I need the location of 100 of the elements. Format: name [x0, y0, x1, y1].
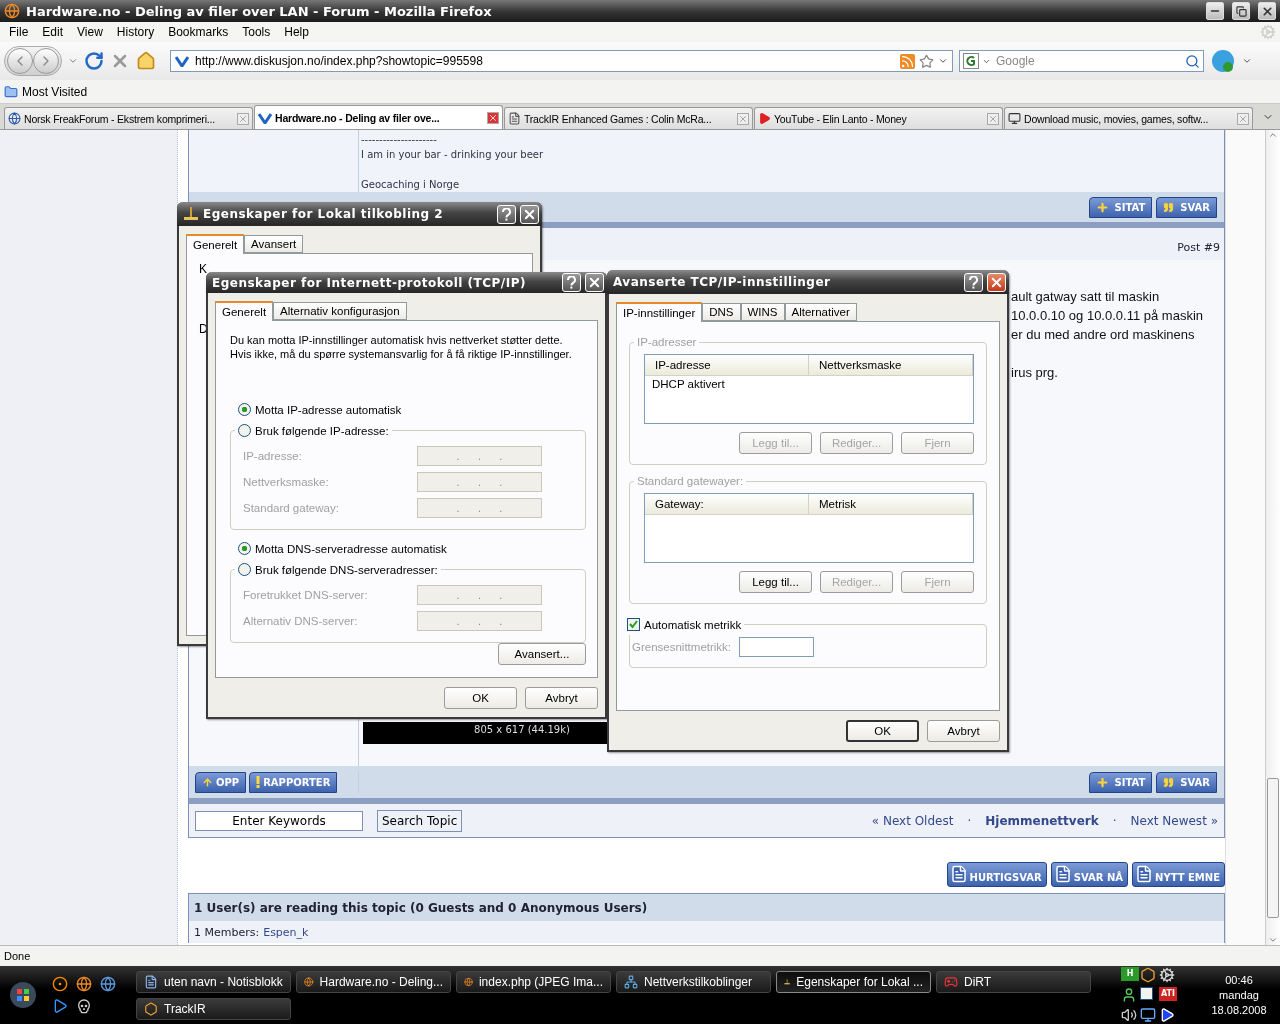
column-header[interactable]: Gateway: — [645, 494, 809, 514]
dialog-button[interactable]: OK — [846, 720, 919, 742]
search-icon[interactable] — [1185, 53, 1200, 69]
menu-item[interactable]: Help — [277, 25, 316, 39]
radio-label: Motta IP-adresse automatisk — [255, 403, 402, 416]
taskbar-button[interactable]: index.php (JPEG Ima... — [456, 970, 611, 993]
tab[interactable]: Generelt — [186, 234, 245, 254]
address-input[interactable]: http://www.diskusjon.no/index.php?showtopic=995598 — [193, 53, 896, 69]
advanced-button[interactable]: Avansert... — [498, 643, 586, 665]
taskbar-button[interactable]: Nettverkstilkoblinger — [616, 970, 771, 993]
search-input[interactable]: Google — [994, 53, 1182, 69]
taskbar-button[interactable]: Egenskaper for Lokal ... — [776, 970, 931, 993]
menu-item[interactable]: Tools — [235, 25, 278, 39]
column-header[interactable]: Nettverksmaske — [809, 355, 973, 375]
radio-button[interactable] — [238, 542, 251, 555]
tab[interactable]: IP-innstillinger — [616, 302, 703, 322]
hexagon-icon[interactable] — [1140, 967, 1156, 983]
topic-action-button[interactable]: HURTIGSVAR — [946, 862, 1047, 887]
help-button[interactable] — [497, 204, 516, 224]
dropdown-icon[interactable] — [68, 56, 78, 66]
bookmark-star-icon[interactable] — [919, 53, 934, 69]
topic-action-button[interactable]: SVAR NÅ — [1050, 862, 1129, 887]
browser-tab[interactable]: TrackIR Enhanced Games : Colin McRa... — [504, 107, 753, 129]
plus-icon — [1095, 200, 1109, 214]
forward-button[interactable] — [33, 48, 59, 74]
globe-icon[interactable] — [76, 976, 92, 992]
tray-badge[interactable]: H — [1121, 967, 1139, 981]
radio-button[interactable] — [238, 424, 251, 437]
play-icon[interactable] — [52, 998, 68, 1014]
post-action-button[interactable]: SITAT — [1088, 196, 1153, 218]
speaker-icon[interactable] — [1121, 1007, 1137, 1023]
dialog-button[interactable]: Avbryt — [927, 720, 1000, 742]
post-action-button[interactable]: SITAT — [1088, 771, 1153, 793]
field-label: Alternativ DNS-server: — [243, 615, 359, 627]
skull-icon[interactable] — [76, 998, 92, 1014]
tray-badge[interactable]: ATI — [1159, 987, 1177, 1001]
topic-link[interactable]: Hjemmenettverk — [985, 813, 1099, 828]
scroll-up-icon[interactable] — [1268, 130, 1278, 140]
browser-tab[interactable]: Norsk FreakForum - Ekstrem komprimeri... — [4, 107, 253, 129]
close-icon — [1260, 4, 1274, 18]
globe-icon[interactable] — [100, 976, 116, 992]
list-button[interactable]: Legg til... — [739, 571, 812, 593]
tab[interactable]: WINS — [740, 303, 785, 321]
column-header[interactable]: IP-adresse — [645, 355, 809, 375]
reload-icon[interactable] — [84, 51, 104, 71]
gear-icon[interactable] — [1159, 967, 1175, 983]
minimize-button[interactable] — [1206, 2, 1224, 20]
close-tab-icon[interactable] — [487, 111, 499, 124]
radio-button[interactable] — [238, 563, 251, 576]
restore-button[interactable] — [1232, 2, 1250, 20]
browser-tab[interactable]: YouTube - Elin Lanto - Money — [754, 107, 1003, 129]
intro-text: Du kan motta IP-innstillinger automatisk hvis nettverket støtter dette. Hvis ikke, må du spørre systemansvarlig for å få riktige IP-innstillinger. — [230, 333, 573, 361]
tab[interactable]: Alternativ konfigurasjon — [273, 302, 407, 320]
tab[interactable]: Alternativer — [784, 303, 857, 321]
column-header[interactable]: Metrisk — [809, 494, 973, 514]
taskbar-button[interactable]: TrackIR — [136, 997, 291, 1020]
post-action-button[interactable]: OPP — [195, 771, 247, 793]
close-button[interactable] — [1258, 2, 1276, 20]
browser-tab[interactable]: Hardware.no - Deling av filer ove... — [254, 105, 503, 129]
scroll-down-icon[interactable] — [1268, 935, 1278, 945]
dialog-button[interactable]: OK — [444, 687, 517, 709]
menu-item[interactable]: Bookmarks — [161, 25, 236, 39]
menu-item[interactable]: Edit — [35, 25, 71, 39]
addon-icon[interactable] — [1210, 48, 1236, 74]
taskbar-button[interactable]: DiRT — [936, 970, 1091, 993]
monitor-icon[interactable] — [1140, 1007, 1156, 1023]
topic-action-button[interactable]: NYTT EMNE — [1132, 862, 1225, 887]
keyword-field[interactable]: Enter Keywords — [195, 810, 363, 831]
search-field[interactable]: Google — [959, 50, 1204, 72]
search-topic-button[interactable]: Search Topic — [377, 809, 463, 832]
menu-item[interactable]: History — [109, 25, 162, 39]
dialog-button[interactable]: Avbryt — [525, 687, 598, 709]
orb-icon[interactable] — [52, 976, 68, 992]
topic-link[interactable]: Next Newest » — [1130, 813, 1218, 828]
tab[interactable]: Avansert — [244, 235, 304, 253]
taskbar-button[interactable]: Hardware.no - Deling... — [296, 970, 451, 993]
home-icon[interactable] — [136, 51, 156, 71]
menu-item[interactable]: View — [70, 25, 110, 39]
help-button[interactable] — [964, 272, 983, 292]
address-field[interactable]: http://www.diskusjon.no/index.php?showtopic=995598 — [170, 50, 953, 72]
scrollbar-thumb[interactable] — [1267, 777, 1279, 918]
topic-link[interactable]: « Next Oldest — [871, 813, 954, 828]
play-icon[interactable] — [1159, 1007, 1175, 1023]
help-button[interactable] — [562, 273, 581, 292]
taskbar-button[interactable]: uten navn - Notisblokk — [136, 970, 291, 993]
post-action-button[interactable]: RAPPORTER — [249, 771, 338, 793]
back-button[interactable] — [7, 48, 33, 74]
tab[interactable]: DNS — [702, 303, 741, 321]
post-text: ault gatway satt til maskin — [1011, 288, 1161, 306]
person-icon[interactable] — [1121, 987, 1137, 1003]
member-link[interactable]: Espen_k — [263, 925, 309, 939]
dropdown-icon[interactable] — [938, 56, 948, 66]
browser-tab[interactable]: Download music, movies, games, softw... — [1004, 107, 1253, 129]
tab[interactable]: Generelt — [215, 301, 274, 321]
menu-item[interactable]: File — [2, 25, 36, 39]
post-action-button[interactable]: SVAR — [1156, 771, 1217, 793]
radio-button[interactable] — [238, 403, 251, 416]
post-action-button[interactable]: SVAR — [1156, 196, 1217, 218]
start-button[interactable] — [9, 981, 37, 1009]
bookmark-item[interactable]: Most Visited — [22, 84, 88, 99]
